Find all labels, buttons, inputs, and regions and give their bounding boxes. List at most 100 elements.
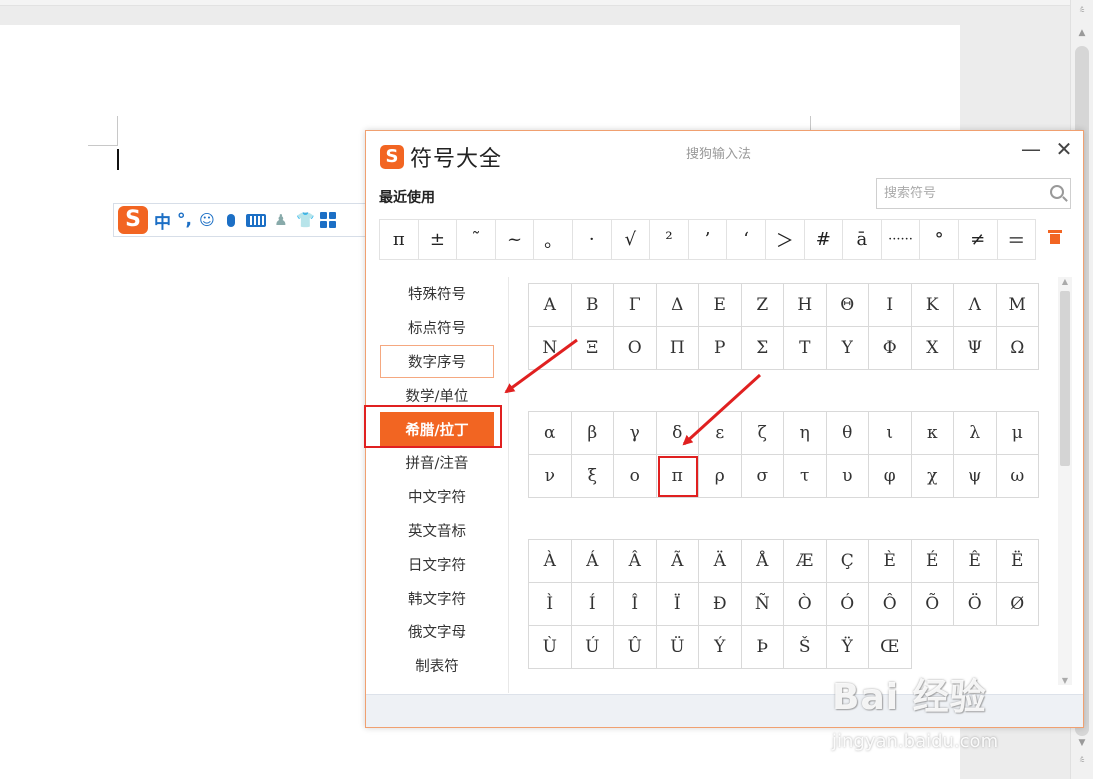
scroll-down-icon[interactable]: ▼ [1076, 738, 1088, 748]
skin-shirt-icon[interactable]: 👕 [296, 211, 315, 229]
symbol-cell[interactable]: Ψ [954, 327, 997, 370]
scroll-bottom-icon[interactable]: ⩯ [1076, 756, 1088, 766]
recent-symbol-cell[interactable]: ‘ [727, 220, 766, 259]
close-button[interactable]: ✕ [1054, 137, 1074, 161]
symbol-cell[interactable]: Ê [954, 540, 997, 583]
symbol-cell[interactable]: Ú [571, 626, 614, 669]
category-item[interactable]: 俄文字母 [380, 615, 494, 649]
symbol-cell[interactable]: τ [784, 455, 827, 498]
symbol-cell[interactable]: ω [996, 455, 1039, 498]
symbol-cell[interactable]: Ç [826, 540, 869, 583]
symbol-cell[interactable]: Π [656, 327, 699, 370]
symbol-cell[interactable]: Á [571, 540, 614, 583]
ime-mode-toggle[interactable]: 中 [154, 208, 171, 233]
category-item[interactable]: 拼音/注音 [380, 446, 494, 480]
symbol-cell[interactable]: Δ [656, 284, 699, 327]
symbol-cell[interactable]: Ω [996, 327, 1039, 370]
search-icon[interactable] [1050, 185, 1064, 199]
recent-symbol-cell[interactable]: π [380, 220, 419, 259]
symbol-cell[interactable]: Ä [699, 540, 742, 583]
symbol-cell[interactable]: Ð [699, 583, 742, 626]
recent-symbol-cell[interactable]: 。 [534, 220, 573, 259]
scroll-up-icon[interactable]: ▲ [1076, 28, 1088, 38]
symbol-cell[interactable]: Γ [614, 284, 657, 327]
symbol-cell[interactable]: À [529, 540, 572, 583]
symbol-cell[interactable]: Ü [656, 626, 699, 669]
symbol-cell[interactable]: Ô [869, 583, 912, 626]
recent-symbol-cell[interactable]: ＝ [998, 220, 1037, 259]
symbol-cell[interactable]: ψ [954, 455, 997, 498]
symbol-cell[interactable]: ρ [699, 455, 742, 498]
symbol-cell[interactable]: Υ [826, 327, 869, 370]
symbol-cell[interactable]: ν [529, 455, 572, 498]
symbol-cell[interactable]: θ [826, 412, 869, 455]
symbol-cell[interactable]: Ì [529, 583, 572, 626]
symbol-cell[interactable]: Μ [996, 284, 1039, 327]
symbol-cell[interactable]: Σ [741, 327, 784, 370]
emoji-icon[interactable]: ☺ [198, 211, 216, 229]
symbol-cell[interactable]: Φ [869, 327, 912, 370]
symbol-cell-highlighted[interactable]: π [656, 455, 699, 498]
inner-scroll-down-icon[interactable]: ▼ [1058, 676, 1072, 685]
recent-symbol-cell[interactable]: ² [650, 220, 689, 259]
category-item[interactable]: 日文字符 [380, 547, 494, 581]
symbol-cell[interactable]: Τ [784, 327, 827, 370]
symbol-cell[interactable]: Í [571, 583, 614, 626]
microphone-icon[interactable] [226, 213, 235, 227]
symbol-cell[interactable]: Λ [954, 284, 997, 327]
category-item[interactable]: 制表符 [380, 649, 494, 683]
symbol-cell[interactable]: È [869, 540, 912, 583]
recent-symbol-cell[interactable]: # [805, 220, 844, 259]
inner-scroll-thumb[interactable] [1060, 291, 1070, 466]
symbol-cell[interactable]: Å [741, 540, 784, 583]
symbol-cell[interactable]: Θ [826, 284, 869, 327]
symbol-cell[interactable]: Ó [826, 583, 869, 626]
symbol-cell[interactable]: σ [741, 455, 784, 498]
category-item[interactable]: 英文音标 [380, 514, 494, 548]
category-item[interactable]: 特殊符号 [380, 277, 494, 311]
symbol-cell[interactable]: Ë [996, 540, 1039, 583]
symbol-cell[interactable]: Β [571, 284, 614, 327]
trash-icon[interactable] [1048, 230, 1062, 244]
symbol-cell[interactable]: Α [529, 284, 572, 327]
symbol-cell[interactable]: Ξ [571, 327, 614, 370]
recent-symbol-cell[interactable]: ˜ [457, 220, 496, 259]
recent-symbol-cell[interactable]: · [573, 220, 612, 259]
symbol-cell[interactable]: Æ [784, 540, 827, 583]
minimize-button[interactable]: — [1021, 137, 1041, 161]
inner-scroll-up-icon[interactable]: ▲ [1058, 277, 1072, 286]
symbol-cell[interactable]: υ [826, 455, 869, 498]
symbol-cell[interactable]: Ζ [741, 284, 784, 327]
symbol-cell[interactable]: Ρ [699, 327, 742, 370]
symbol-cell[interactable]: Ι [869, 284, 912, 327]
symbol-cell[interactable]: Ε [699, 284, 742, 327]
symbol-cell[interactable]: Ù [529, 626, 572, 669]
symbol-cell[interactable]: ε [699, 412, 742, 455]
symbol-cell[interactable]: É [911, 540, 954, 583]
sogou-logo-icon[interactable]: S [118, 206, 148, 234]
symbol-cell[interactable]: ι [869, 412, 912, 455]
symbol-search-input[interactable] [877, 179, 1037, 208]
symbol-cell[interactable]: ξ [571, 455, 614, 498]
symbol-cell[interactable]: κ [911, 412, 954, 455]
recent-symbol-cell[interactable]: ’ [689, 220, 728, 259]
recent-symbol-cell[interactable]: ~ [496, 220, 535, 259]
symbol-cell[interactable]: Ο [614, 327, 657, 370]
symbol-cell[interactable]: δ [656, 412, 699, 455]
symbol-cell[interactable]: Ν [529, 327, 572, 370]
symbol-cell[interactable]: Ý [699, 626, 742, 669]
recent-symbol-cell[interactable]: ≠ [959, 220, 998, 259]
symbol-cell[interactable]: Â [614, 540, 657, 583]
recent-symbol-cell[interactable]: √ [612, 220, 651, 259]
scroll-top-icon[interactable]: ⩯ [1076, 6, 1088, 16]
symbol-cell[interactable]: Ò [784, 583, 827, 626]
symbol-cell[interactable]: φ [869, 455, 912, 498]
ime-punct-toggle[interactable]: °, [177, 210, 192, 230]
symbol-cell[interactable]: λ [954, 412, 997, 455]
symbol-cell[interactable]: Þ [741, 626, 784, 669]
symbol-cell[interactable]: Ö [954, 583, 997, 626]
symbol-cell[interactable]: α [529, 412, 572, 455]
category-item[interactable]: 标点符号 [380, 311, 494, 345]
symbol-cell[interactable]: Û [614, 626, 657, 669]
recent-symbol-cell[interactable]: ······ [882, 220, 921, 259]
